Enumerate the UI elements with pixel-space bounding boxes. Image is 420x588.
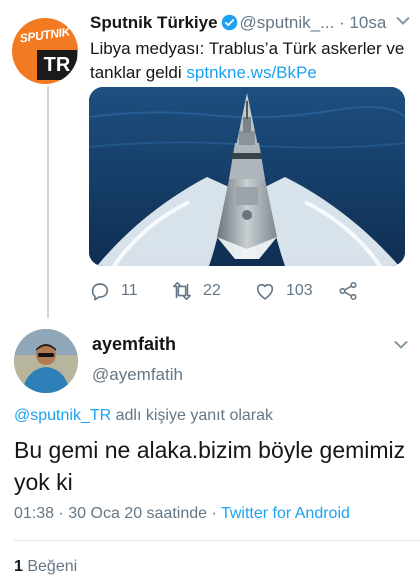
retweet-action[interactable]: 22	[171, 278, 221, 304]
tweet-text: Bu gemi ne alaka.bizim böyle gemimiz yok…	[14, 437, 406, 495]
chevron-down-icon[interactable]	[394, 340, 408, 350]
verified-badge-icon	[221, 14, 237, 31]
timestamp: 01:38 · 30 Oca 20 saatinde ·	[14, 505, 221, 522]
timestamp[interactable]: 10sa	[349, 13, 386, 32]
share-icon	[339, 281, 357, 301]
retweet-icon	[172, 281, 192, 301]
tweet-link[interactable]: sptnkne.ws/BkPe	[186, 63, 316, 82]
avatar-logo-code: TR	[37, 50, 77, 80]
tweet-meta: 01:38 · 30 Oca 20 saatinde · Twitter for…	[14, 505, 350, 523]
chevron-down-icon[interactable]	[396, 16, 410, 26]
replying-to-label: adlı kişiye yanıt olarak	[111, 407, 274, 424]
likes-summary[interactable]: 1 Beğeni	[14, 558, 77, 576]
avatar[interactable]: SPUTNIK TR	[12, 18, 78, 84]
share-action[interactable]	[337, 278, 369, 304]
avatar-logo-word: SPUTNIK	[18, 24, 71, 46]
likes-label: Beğeni	[22, 558, 78, 575]
parent-tweet[interactable]: SPUTNIK TR Sputnik Türkiye @sputnik_... ·…	[0, 0, 420, 318]
tweet-image-warship[interactable]	[89, 87, 405, 266]
likes-count: 1	[14, 558, 23, 575]
mention-link[interactable]: @sputnik_TR	[14, 407, 111, 424]
tweet-actions: 11 22 103	[89, 278, 389, 304]
thread-line	[47, 86, 49, 318]
display-name[interactable]: Sputnik Türkiye	[90, 13, 218, 32]
display-name[interactable]: ayemfaith	[92, 334, 176, 355]
client-link[interactable]: Twitter for Android	[221, 505, 350, 522]
reply-action[interactable]: 11	[89, 278, 138, 304]
retweet-count: 22	[203, 282, 221, 299]
replying-to: @sputnik_TR adlı kişiye yanıt olarak	[14, 407, 273, 425]
like-count: 103	[286, 282, 313, 299]
reply-count: 11	[121, 282, 138, 299]
divider	[14, 540, 420, 541]
like-action[interactable]: 103	[254, 278, 313, 304]
heart-icon	[256, 283, 274, 300]
tweet-header: Sputnik Türkiye @sputnik_... · 10sa	[90, 11, 410, 35]
avatar-photo	[14, 329, 78, 393]
reply-icon	[91, 283, 109, 301]
handle[interactable]: @ayemfatih	[92, 365, 183, 385]
avatar[interactable]	[14, 329, 78, 393]
handle[interactable]: @sputnik_...	[240, 13, 335, 32]
tweet-text: Libya medyası: Trablus’a Türk askerler v…	[90, 37, 412, 85]
warship-illustration	[89, 87, 405, 266]
reply-tweet[interactable]: ayemfaith @ayemfatih @sputnik_TR adlı ki…	[0, 318, 420, 550]
separator: ·	[339, 13, 345, 32]
